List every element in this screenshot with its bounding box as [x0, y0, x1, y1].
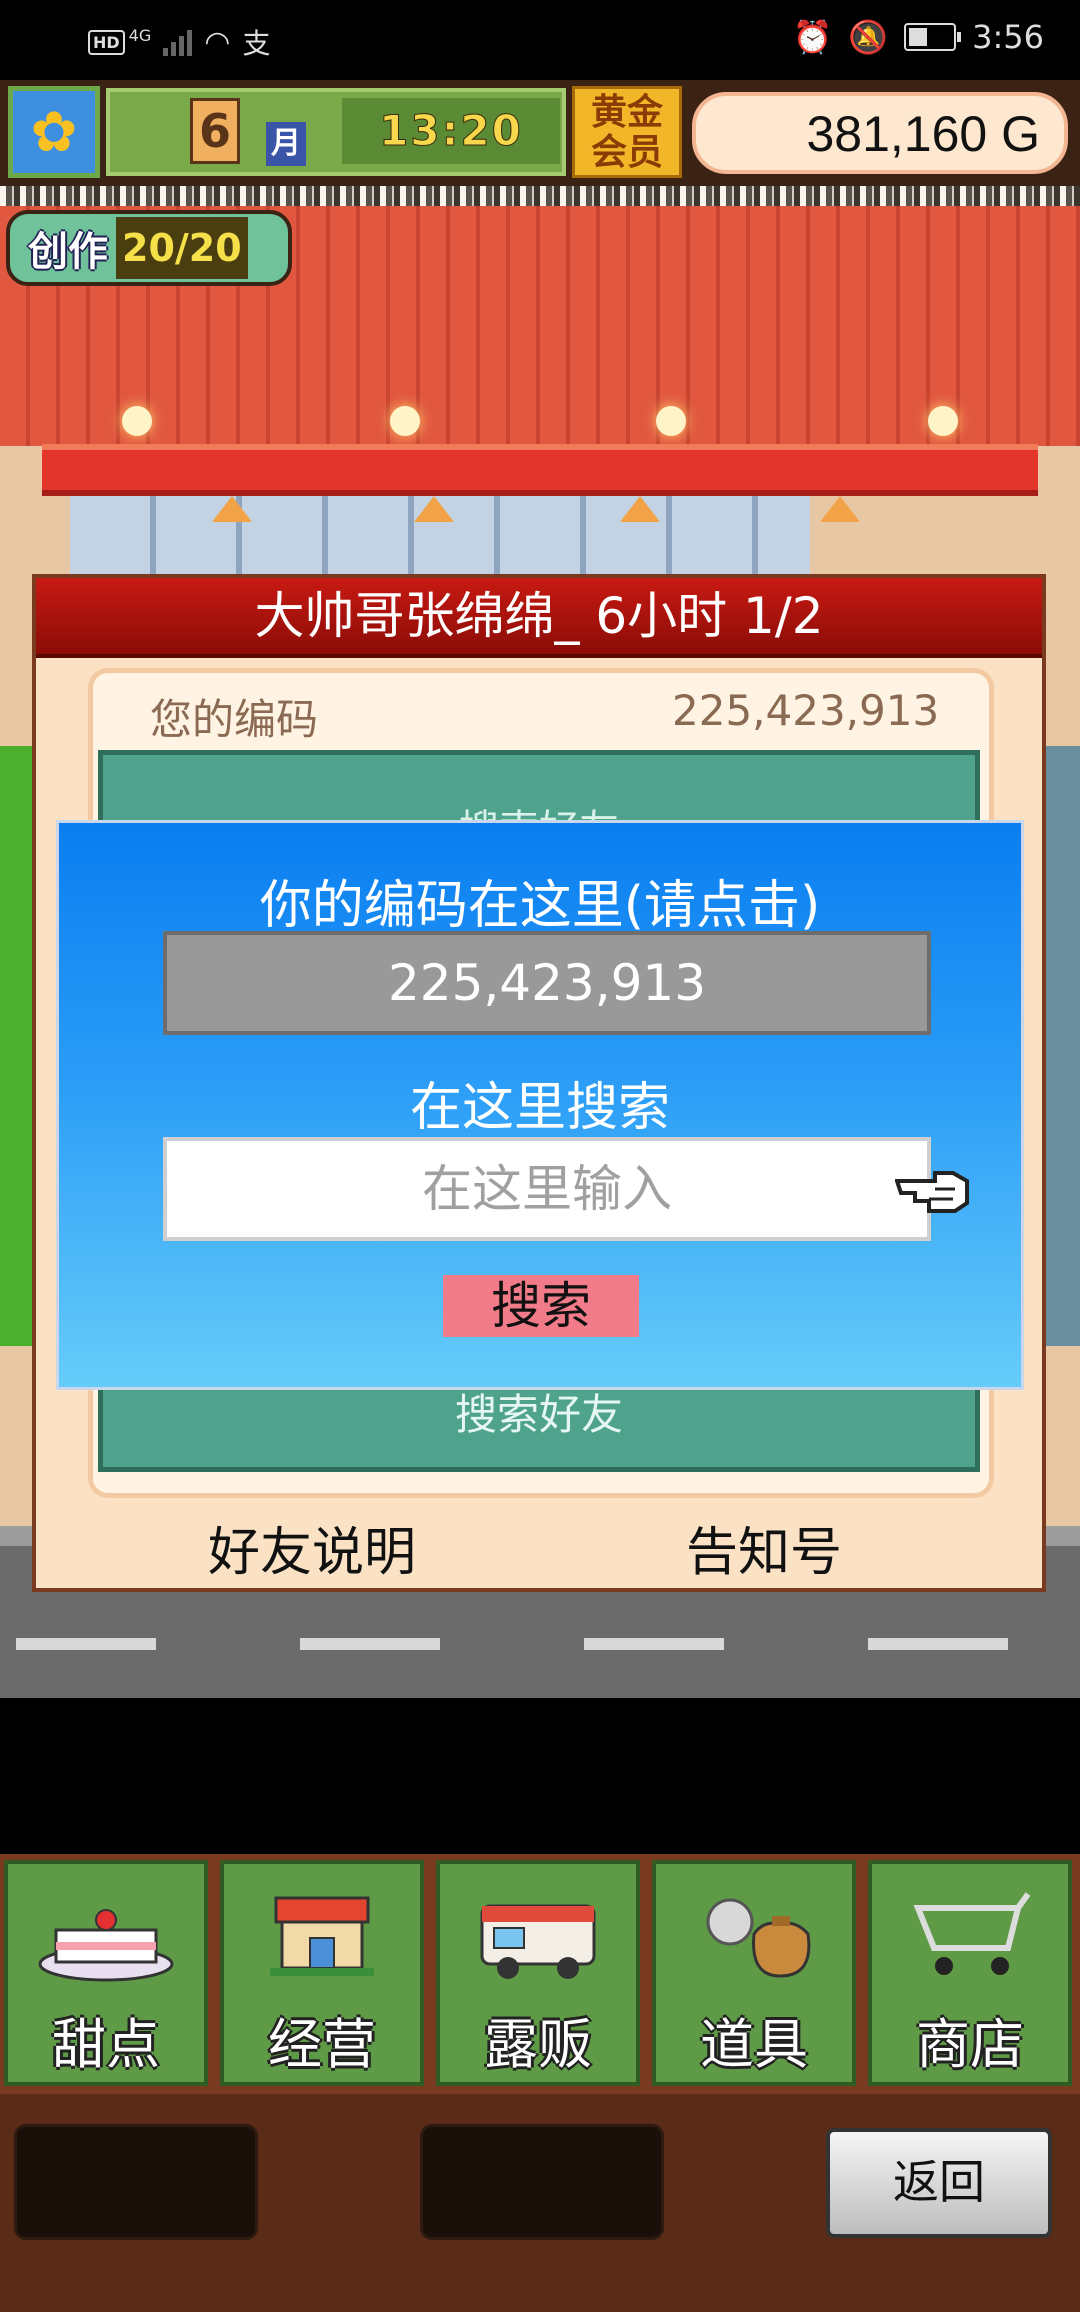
- bottom-area: 返回: [0, 2094, 1080, 2312]
- friend-help-button[interactable]: 好友说明: [208, 1510, 416, 1585]
- empty-slot: [14, 2124, 258, 2240]
- sunflower-icon[interactable]: ✿: [8, 86, 100, 178]
- top-hud: ✿ 6 月 13:20 黄金 会员 381,160 G: [0, 80, 1080, 186]
- menu-label: 经营: [268, 2013, 376, 2076]
- road-line: [868, 1638, 1008, 1650]
- notice-button[interactable]: 告知号: [686, 1510, 842, 1585]
- search-input[interactable]: [163, 1137, 931, 1241]
- pointing-hand-icon: [895, 1171, 969, 1213]
- search-friend-button[interactable]: 搜索好友: [103, 1381, 975, 1442]
- main-menu: 甜点 经营 露贩 道具 商店: [0, 1854, 1080, 2094]
- battery-icon: [904, 23, 962, 51]
- my-code-box[interactable]: 225,423,913: [163, 931, 931, 1035]
- back-button[interactable]: 返回: [826, 2128, 1052, 2238]
- dialog-title: 你的编码在这里(请点击): [259, 876, 821, 936]
- search-here-label: 在这里搜索: [409, 1078, 670, 1138]
- shop-icon: [224, 1874, 420, 1994]
- menu-manage-button[interactable]: 经营: [220, 1860, 424, 2086]
- gold-member-badge[interactable]: 黄金 会员: [572, 86, 682, 178]
- alarm-icon: ⏰: [792, 18, 833, 56]
- month-value: 6: [190, 98, 240, 164]
- menu-label: 露贩: [484, 2013, 592, 2076]
- your-code-label: 您的编码: [150, 695, 319, 744]
- ceiling-lamp: [820, 496, 860, 522]
- light-bulb: [122, 406, 152, 436]
- road-line: [584, 1638, 724, 1650]
- hd-badge: HD: [88, 29, 125, 55]
- cake-icon: [8, 1874, 204, 1994]
- food-truck-icon: [440, 1874, 636, 1994]
- menu-stall-button[interactable]: 露贩: [436, 1860, 640, 2086]
- status-right: ⏰ 🔕 3:56: [792, 18, 1044, 56]
- light-bulb: [390, 406, 420, 436]
- status-bar: HD 4G ◠ 支 ⏰ 🔕 3:56: [0, 0, 1080, 80]
- your-code-value: 225,423,913: [672, 686, 940, 735]
- menu-store-button[interactable]: 商店: [868, 1860, 1072, 2086]
- awning-rail: [42, 444, 1038, 496]
- create-value: 20/20: [116, 217, 248, 279]
- road-line: [300, 1638, 440, 1650]
- menu-dessert-button[interactable]: 甜点: [4, 1860, 208, 2086]
- cart-icon: [872, 1874, 1068, 1994]
- road-line: [16, 1638, 156, 1650]
- money-display: 381,160 G: [692, 92, 1068, 174]
- month-unit: 月: [266, 122, 306, 166]
- light-bulb: [656, 406, 686, 436]
- clock: 13:20: [342, 98, 560, 164]
- status-left: HD 4G ◠ 支: [88, 22, 270, 62]
- menu-label: 商店: [916, 2013, 1024, 2076]
- create-label: 创作: [28, 229, 108, 275]
- clock-value: 13:20: [379, 106, 523, 156]
- pay-icon: 支: [242, 27, 271, 60]
- signal-icon: [163, 28, 193, 56]
- wifi-icon: ◠: [204, 24, 231, 60]
- network-type: 4G: [128, 25, 152, 45]
- date-time-panel: 6 月 13:20: [106, 88, 566, 176]
- search-dialog: 你的编码在这里(请点击) 225,423,913 在这里搜索 搜索: [56, 820, 1024, 1390]
- building-right: [1040, 746, 1080, 1346]
- create-counter: 创作 20/20: [6, 210, 292, 286]
- menu-label: 道具: [700, 2013, 808, 2076]
- status-time: 3:56: [972, 18, 1044, 56]
- panel-title: 大帅哥张绵绵_ 6小时 1/2: [36, 578, 1042, 658]
- member-line-2: 会员: [590, 132, 663, 173]
- mute-icon: 🔕: [848, 18, 889, 56]
- items-bag-icon: [656, 1874, 852, 1994]
- menu-items-button[interactable]: 道具: [652, 1860, 856, 2086]
- light-bulb: [928, 406, 958, 436]
- empty-slot: [420, 2124, 664, 2240]
- menu-label: 甜点: [52, 2013, 160, 2076]
- member-line-1: 黄金: [590, 92, 663, 133]
- search-button[interactable]: 搜索: [443, 1275, 639, 1337]
